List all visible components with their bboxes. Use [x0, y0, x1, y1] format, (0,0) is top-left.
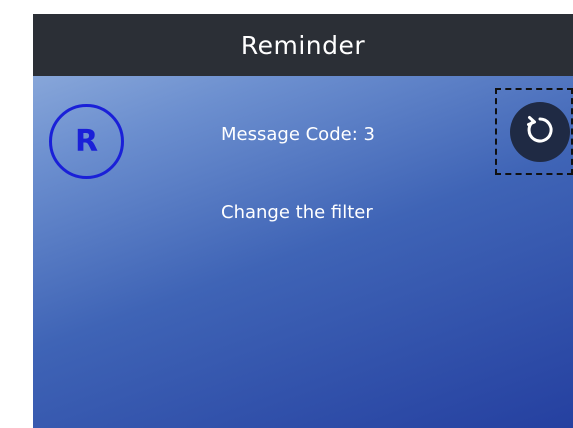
message-text: Change the filter: [221, 202, 373, 223]
reminder-type-letter: R: [74, 124, 99, 159]
page-title: Reminder: [240, 30, 366, 60]
refresh-icon: [523, 113, 557, 151]
title-bar: Reminder: [33, 14, 573, 76]
reminder-type-badge: R: [49, 104, 124, 179]
message-code: Message Code: 3: [221, 124, 375, 145]
refresh-button-circle[interactable]: [510, 101, 570, 162]
refresh-button[interactable]: [495, 88, 573, 175]
reminder-screen: Reminder R Message Code: 3 Change the fi…: [33, 14, 573, 428]
